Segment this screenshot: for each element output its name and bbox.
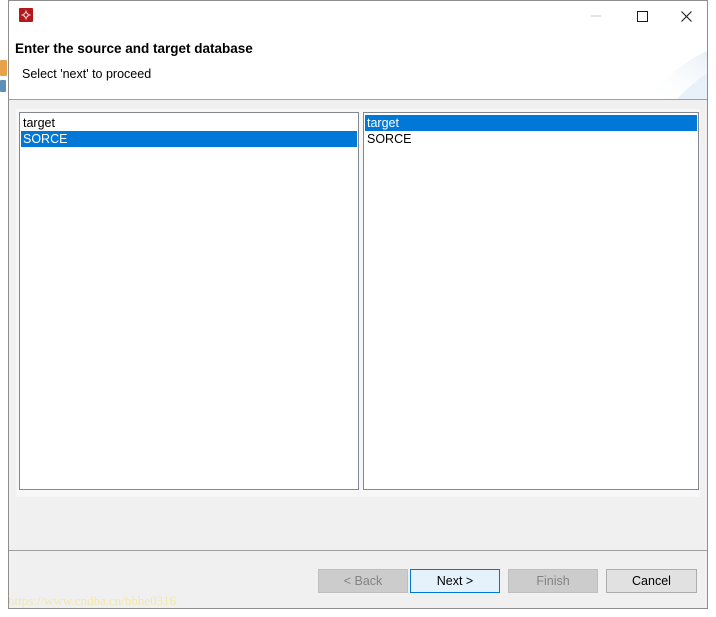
- maximize-icon: [636, 10, 648, 22]
- target-database-list[interactable]: target SORCE: [363, 112, 699, 490]
- finish-button[interactable]: Finish: [508, 569, 598, 593]
- back-button[interactable]: < Back: [318, 569, 408, 593]
- list-item[interactable]: target: [21, 115, 357, 131]
- screen: Enter the source and target database Sel…: [0, 0, 716, 617]
- header-decoration: [647, 50, 707, 99]
- next-button[interactable]: Next >: [410, 569, 500, 593]
- list-item-selected[interactable]: SORCE: [21, 131, 357, 147]
- close-icon: [680, 10, 692, 22]
- page-title: Enter the source and target database: [15, 41, 253, 56]
- minimize-icon: [591, 15, 601, 17]
- page-description: Select 'next' to proceed: [22, 67, 152, 81]
- cancel-button[interactable]: Cancel: [606, 569, 697, 593]
- database-selection-panel: target SORCE target SORCE: [16, 109, 700, 497]
- maximize-button[interactable]: [619, 1, 665, 31]
- list-item-selected[interactable]: target: [365, 115, 697, 131]
- header-divider: [9, 99, 707, 100]
- footer-divider: [9, 550, 707, 551]
- list-item[interactable]: SORCE: [365, 131, 697, 147]
- title-bar[interactable]: [9, 1, 707, 31]
- close-button[interactable]: [663, 1, 709, 31]
- background-toolbar-icon: [0, 60, 7, 76]
- app-logo-icon: [19, 8, 33, 22]
- minimize-button[interactable]: [573, 1, 619, 31]
- wizard-header: Enter the source and target database Sel…: [9, 31, 707, 99]
- wizard-dialog: Enter the source and target database Sel…: [8, 0, 708, 609]
- watermark: https://www.cndba.cn/bbhe0316: [8, 593, 177, 608]
- source-database-list[interactable]: target SORCE: [19, 112, 359, 490]
- background-app-sliver: [0, 58, 8, 98]
- background-toolbar-icon: [0, 80, 6, 92]
